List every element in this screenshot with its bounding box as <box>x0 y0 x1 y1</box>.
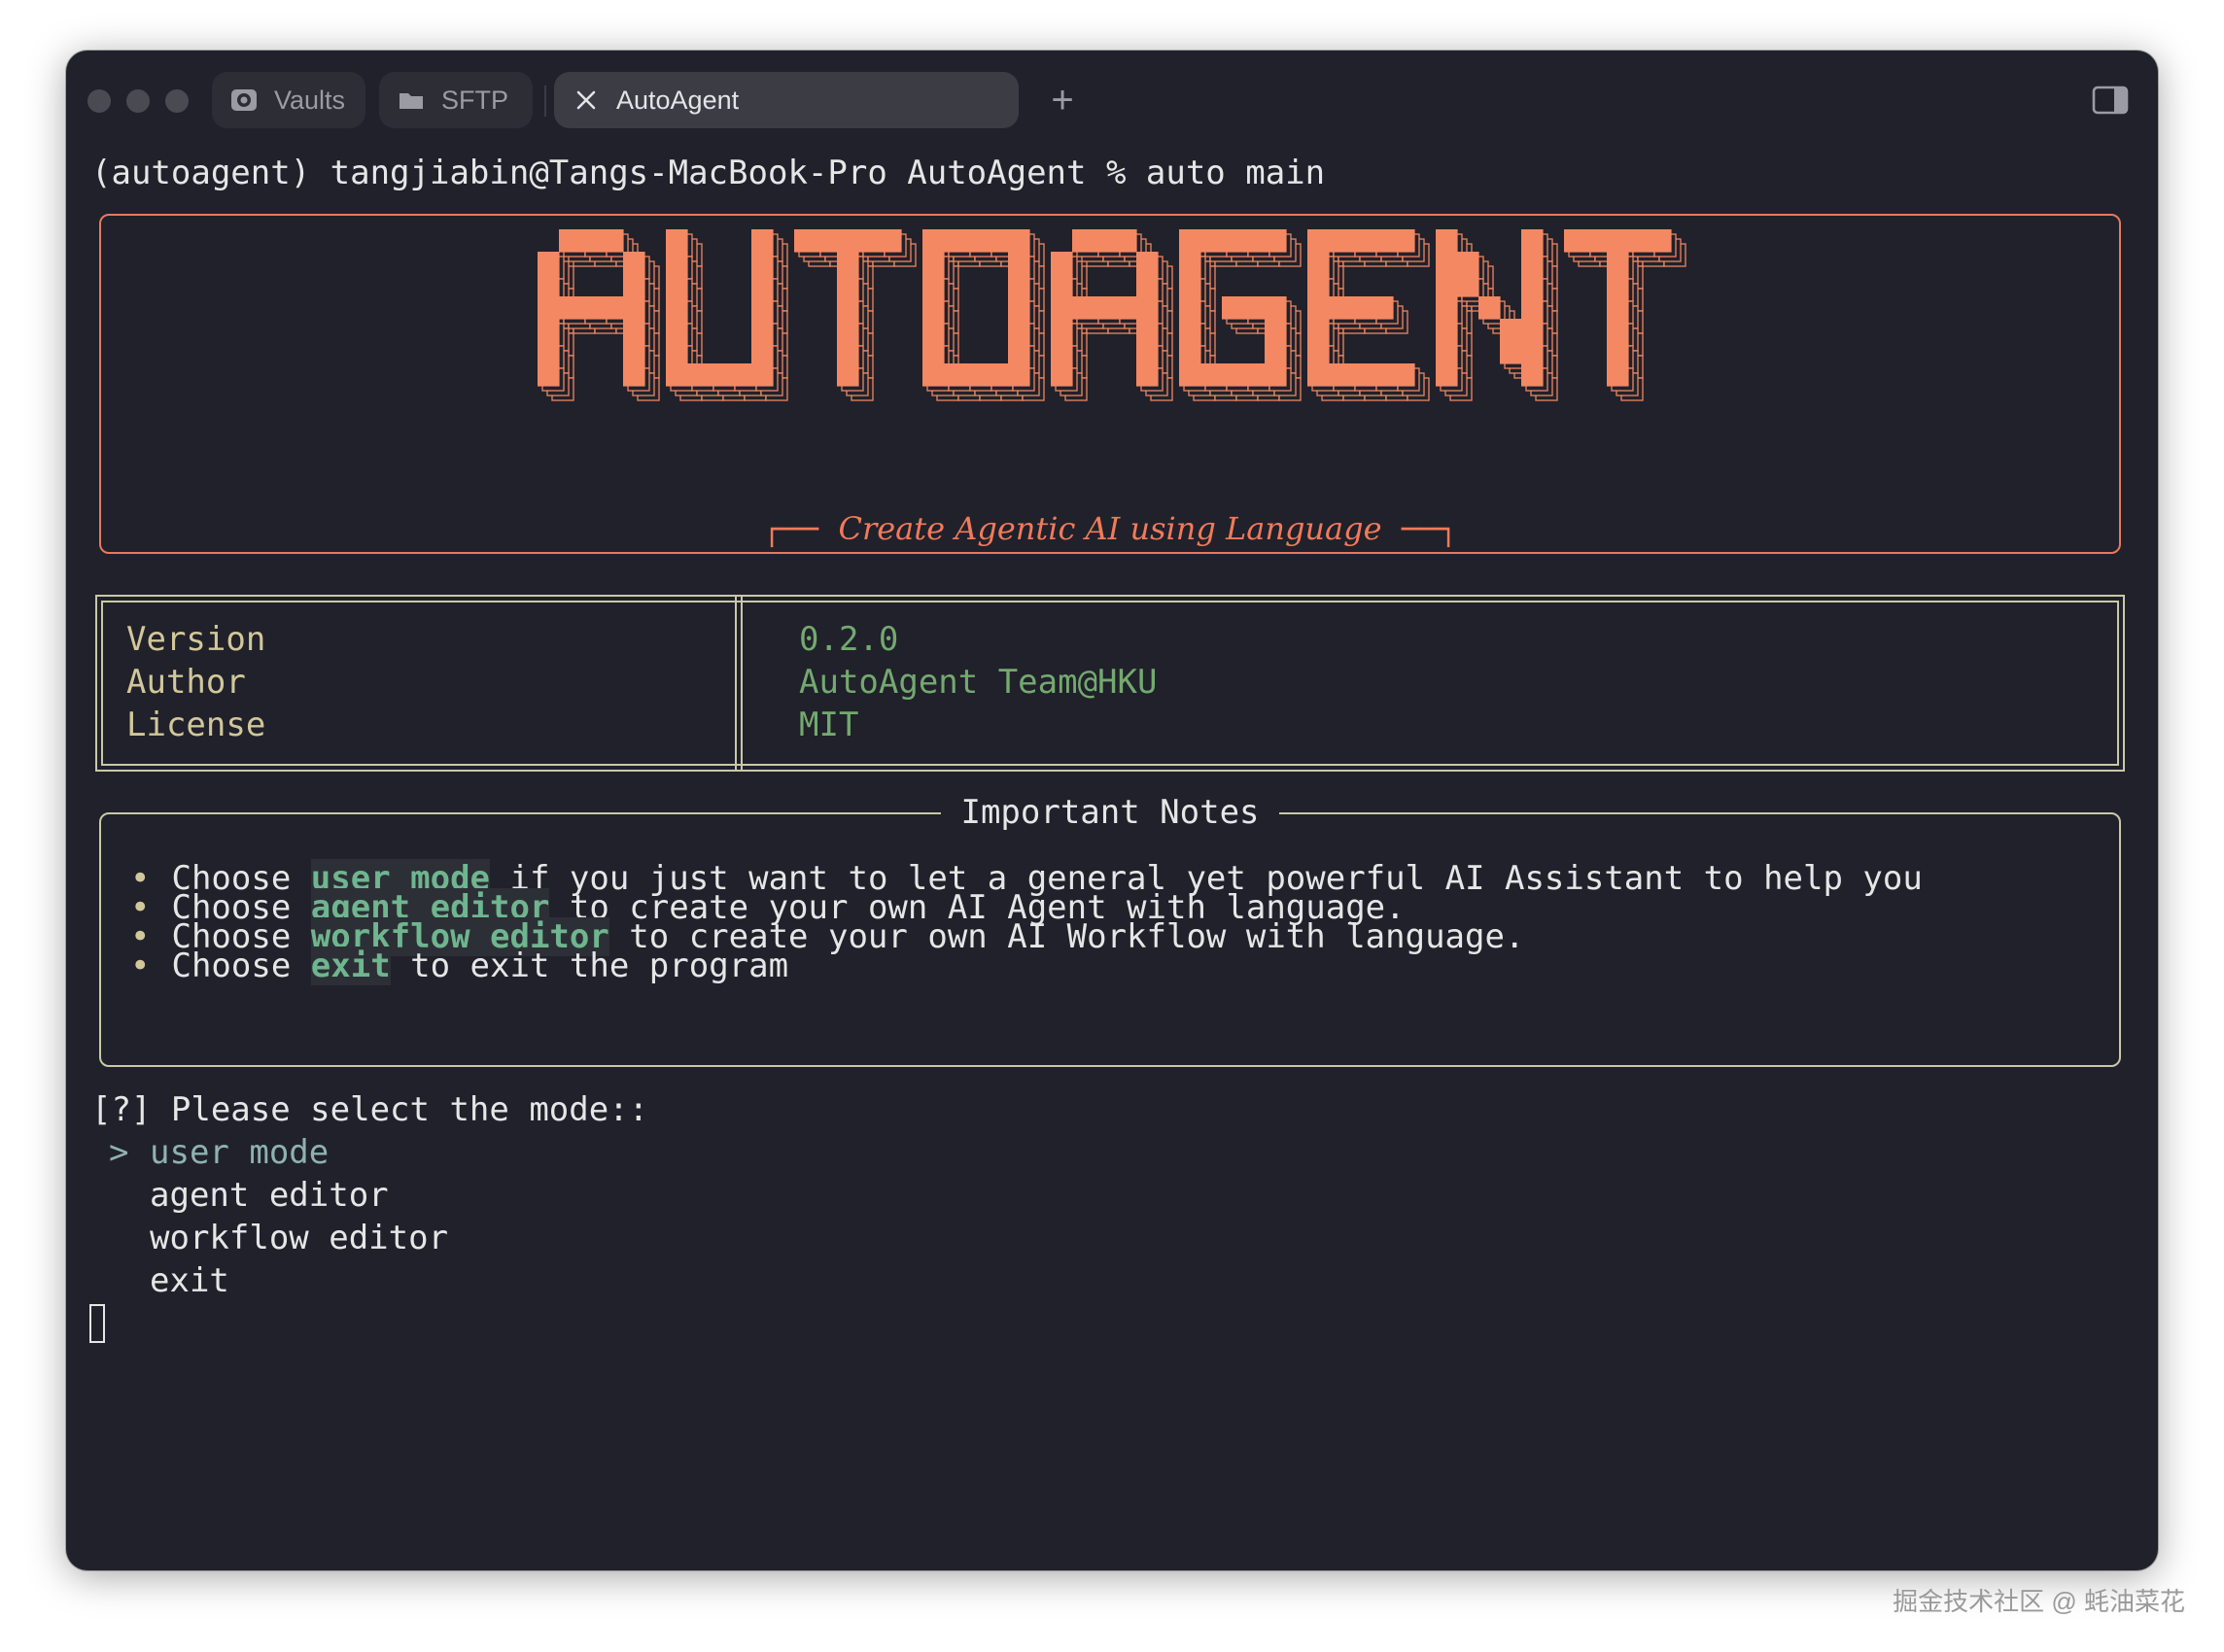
note-highlight: exit <box>310 946 391 985</box>
important-notes-panel: Important Notes • Choose user mode if you… <box>99 793 2121 1067</box>
sidebar-toggle-icon[interactable] <box>2092 86 2129 119</box>
close-icon[interactable] <box>570 84 603 117</box>
window-close-light[interactable] <box>87 89 111 113</box>
tab-sftp[interactable]: SFTP <box>379 72 533 128</box>
tab-label: AutoAgent <box>616 85 740 115</box>
tab-divider <box>544 86 546 117</box>
title-bar: Vaults SFTP AutoAgent + <box>66 51 2158 148</box>
selection-pointer-icon: > <box>109 1133 129 1172</box>
info-value-version: 0.2.0 <box>799 620 899 659</box>
info-value-license: MIT <box>799 706 859 744</box>
tagline-text: Create Agentic AI using Language <box>838 510 1382 547</box>
tagline-left-bracket-icon: ┌── <box>762 510 819 547</box>
info-values: 0.2.0 AutoAgent Team@HKU MIT <box>799 618 1157 746</box>
tab-autoagent[interactable]: AutoAgent <box>554 72 1019 128</box>
vault-icon <box>227 84 261 117</box>
terminal-cursor <box>89 1304 105 1343</box>
menu-option-workflow-editor[interactable]: workflow editor <box>150 1217 448 1259</box>
folder-icon <box>395 84 428 117</box>
window-zoom-light[interactable] <box>165 89 189 113</box>
mode-select-prompt: [?] Please select the mode:: <box>91 1090 649 1129</box>
banner-tagline: ┌── Create Agentic AI using Language ──┐ <box>101 507 2119 550</box>
menu-option-exit[interactable]: exit <box>150 1259 229 1302</box>
info-keys: Version Author License <box>126 618 265 746</box>
new-tab-button[interactable]: + <box>1038 76 1087 124</box>
note-item: • Choose exit to exit the program <box>130 946 789 985</box>
terminal-window: Vaults SFTP AutoAgent + (autoagent) tang… <box>66 51 2158 1570</box>
watermark: 掘金技术社区 @ 蚝油菜花 <box>1893 1587 2185 1616</box>
info-key-version: Version <box>126 620 266 659</box>
menu-option-agent-editor[interactable]: agent editor <box>150 1174 389 1217</box>
autoagent-banner: ┌── Create Agentic AI using Language ──┐ <box>99 214 2121 554</box>
info-key-license: License <box>126 706 266 744</box>
tab-vaults[interactable]: Vaults <box>212 72 365 128</box>
info-table: Version Author License 0.2.0 AutoAgent T… <box>95 595 2125 772</box>
window-minimize-light[interactable] <box>126 89 150 113</box>
tab-label: Vaults <box>274 85 346 115</box>
notes-title: Important Notes <box>941 793 1279 832</box>
info-key-author: Author <box>126 663 246 702</box>
tab-label: SFTP <box>441 85 509 115</box>
tagline-right-bracket-icon: ──┐ <box>1401 510 1458 547</box>
command-line: (autoagent) tangjiabin@Tangs-MacBook-Pro… <box>91 154 1326 192</box>
autoagent-logo <box>538 229 1686 401</box>
menu-option-user-mode[interactable]: user mode <box>150 1131 329 1174</box>
info-value-author: AutoAgent Team@HKU <box>799 663 1158 702</box>
